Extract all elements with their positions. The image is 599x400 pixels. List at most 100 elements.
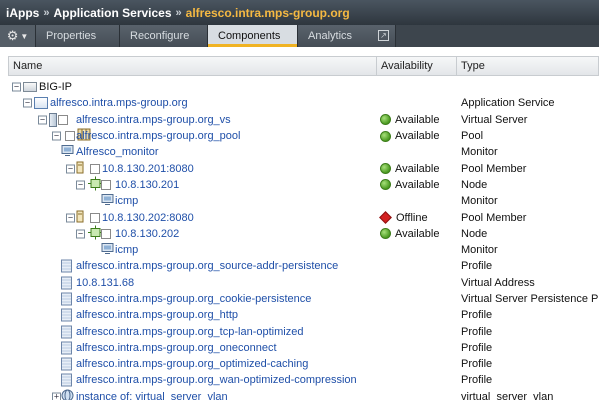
type-label: Node (461, 227, 488, 240)
collapse-toggle-icon[interactable]: − (38, 115, 47, 125)
type-label: Node (461, 178, 488, 191)
collapse-toggle-icon[interactable]: − (52, 131, 61, 141)
tree-item-label[interactable]: alfresco.intra.mps-group.org_http (76, 309, 238, 321)
breadcrumb-current: alfresco.intra.mps-group.org (185, 5, 350, 20)
type-label: Pool Member (461, 211, 527, 224)
availability-label: Available (395, 227, 440, 240)
tree-row: Alfresco_monitor Monitor (8, 144, 599, 160)
type-label: virtual_server_vlan (461, 390, 554, 400)
tree-row: − alfresco.intra.mps-group.org_pool Availa… (8, 128, 599, 144)
tree-item-label[interactable]: alfresco.intra.mps-group.org_vs (76, 114, 231, 126)
expand-toggle-icon[interactable]: + (52, 392, 61, 400)
type-label: Virtual Server Persistence Profile (461, 293, 599, 305)
tree-row: alfresco.intra.mps-group.org_tcp-lan-opt… (8, 323, 599, 339)
tree-item-label[interactable]: 10.8.130.201:8080 (102, 163, 194, 175)
availability-label: Available (395, 130, 440, 143)
type-label: Profile (461, 260, 493, 273)
profile-icon (61, 325, 72, 339)
availability-status: Available (380, 130, 439, 142)
profile-icon (61, 292, 72, 306)
components-tree: − BIG-IP − alfresco.intra.mps-group.org Appl… (8, 79, 599, 400)
tree-row: − 10.8.130.201 Available Node (8, 176, 599, 193)
column-header-name[interactable]: Name (9, 57, 377, 75)
tree-item-label[interactable]: alfresco.intra.mps-group.org_source-addr… (76, 260, 338, 272)
tree-row: alfresco.intra.mps-group.org_wan-optimiz… (8, 372, 599, 388)
monitor-icon (101, 243, 114, 258)
tree-item-label[interactable]: 10.8.130.202:8080 (102, 212, 194, 224)
collapse-toggle-icon[interactable]: − (76, 229, 85, 239)
collapse-toggle-icon[interactable]: − (66, 164, 75, 174)
tree-item-label[interactable]: Alfresco_monitor (76, 146, 159, 158)
column-header-type[interactable]: Type (457, 57, 598, 75)
type-label: Monitor (461, 195, 498, 208)
row-checkbox[interactable] (90, 212, 100, 223)
row-checkbox[interactable] (101, 228, 111, 239)
tree-item-label[interactable]: alfresco.intra.mps-group.org_oneconnect (76, 342, 277, 354)
profile-icon (61, 276, 72, 290)
availability-status: Available (380, 114, 439, 126)
tab-components[interactable]: Components (208, 25, 298, 47)
tree-row: − 10.8.130.201:8080 Available Pool Member (8, 160, 599, 176)
tree-row: alfresco.intra.mps-group.org_optimized-c… (8, 356, 599, 372)
pool-member-icon (76, 161, 84, 177)
collapse-toggle-icon[interactable]: − (12, 82, 21, 92)
tab-reconfigure[interactable]: Reconfigure (120, 25, 208, 47)
server-icon (23, 82, 37, 93)
collapse-toggle-icon[interactable]: − (23, 98, 32, 108)
row-checkbox[interactable] (58, 114, 68, 125)
type-label: Virtual Address (461, 276, 535, 289)
tree-item-label[interactable]: 10.8.130.201 (115, 179, 179, 191)
tree-item-label[interactable]: 10.8.130.202 (115, 228, 179, 240)
available-status-icon (380, 228, 391, 240)
row-checkbox[interactable] (90, 163, 100, 174)
breadcrumb-separator: » (175, 6, 182, 19)
tree-item-label[interactable]: alfresco.intra.mps-group.org_wan-optimiz… (76, 374, 357, 386)
tree-item-label[interactable]: alfresco.intra.mps-group.org_tcp-lan-opt… (76, 326, 303, 338)
vlan-icon (61, 389, 74, 400)
tree-item-label[interactable]: 10.8.131.68 (76, 277, 134, 289)
breadcrumb-application-services[interactable]: Application Services (53, 6, 171, 20)
tree-item-label[interactable]: instance of: virtual_server_vlan (76, 391, 228, 400)
tree-row: alfresco.intra.mps-group.org_http Profile (8, 307, 599, 323)
settings-menu-button[interactable]: ⚙ ▼ (0, 25, 36, 47)
row-checkbox[interactable] (101, 179, 111, 190)
collapse-toggle-icon[interactable]: − (66, 213, 75, 223)
row-checkbox[interactable] (65, 131, 75, 142)
popout-icon[interactable]: ↗ (378, 30, 389, 41)
availability-status: Offline (379, 211, 428, 224)
tree-item-label[interactable]: alfresco.intra.mps-group.org_optimized-c… (76, 358, 308, 370)
breadcrumb-iapps[interactable]: iApps (6, 6, 39, 20)
type-label: Profile (461, 358, 493, 371)
tree-item-label[interactable]: icmp (115, 195, 138, 207)
column-header-availability[interactable]: Availability (377, 57, 457, 75)
tree-row: alfresco.intra.mps-group.org_cookie-pers… (8, 291, 599, 307)
available-status-icon (380, 179, 391, 191)
tab-properties[interactable]: Properties (36, 25, 120, 47)
tree-row: − alfresco.intra.mps-group.org_vs Availabl… (8, 112, 599, 128)
availability-status: Available (380, 179, 439, 191)
tree-item-label[interactable]: alfresco.intra.mps-group.org_cookie-pers… (76, 293, 311, 305)
breadcrumb: iApps » Application Services » alfresco.… (0, 0, 599, 25)
tab-analytics[interactable]: Analytics ↗ (298, 25, 396, 47)
tree-item-label[interactable]: alfresco.intra.mps-group.org_pool (76, 130, 240, 142)
profile-icon (61, 308, 72, 322)
tree-item-label[interactable]: alfresco.intra.mps-group.org (50, 97, 188, 109)
breadcrumb-separator: » (43, 6, 50, 19)
tree-row: + instance of: virtual_server_vlan virtual… (8, 389, 599, 400)
table-header: Name Availability Type (8, 56, 599, 76)
offline-status-icon (379, 211, 392, 224)
profile-icon (61, 341, 72, 355)
availability-label: Available (395, 178, 440, 191)
tree-row: 10.8.131.68 Virtual Address (8, 275, 599, 291)
tree-item-label[interactable]: icmp (115, 244, 138, 256)
availability-label: Available (395, 162, 440, 175)
availability-status: Available (380, 163, 439, 175)
type-label: Profile (461, 325, 493, 338)
tab-bar: ⚙ ▼ Properties Reconfigure Components Ana… (0, 25, 599, 47)
tree-row: − 10.8.130.202 Available Node (8, 225, 599, 242)
spacer (0, 47, 599, 56)
collapse-toggle-icon[interactable]: − (76, 180, 85, 190)
available-status-icon (380, 114, 391, 126)
application-service-icon (34, 97, 48, 110)
monitor-icon (61, 145, 74, 160)
